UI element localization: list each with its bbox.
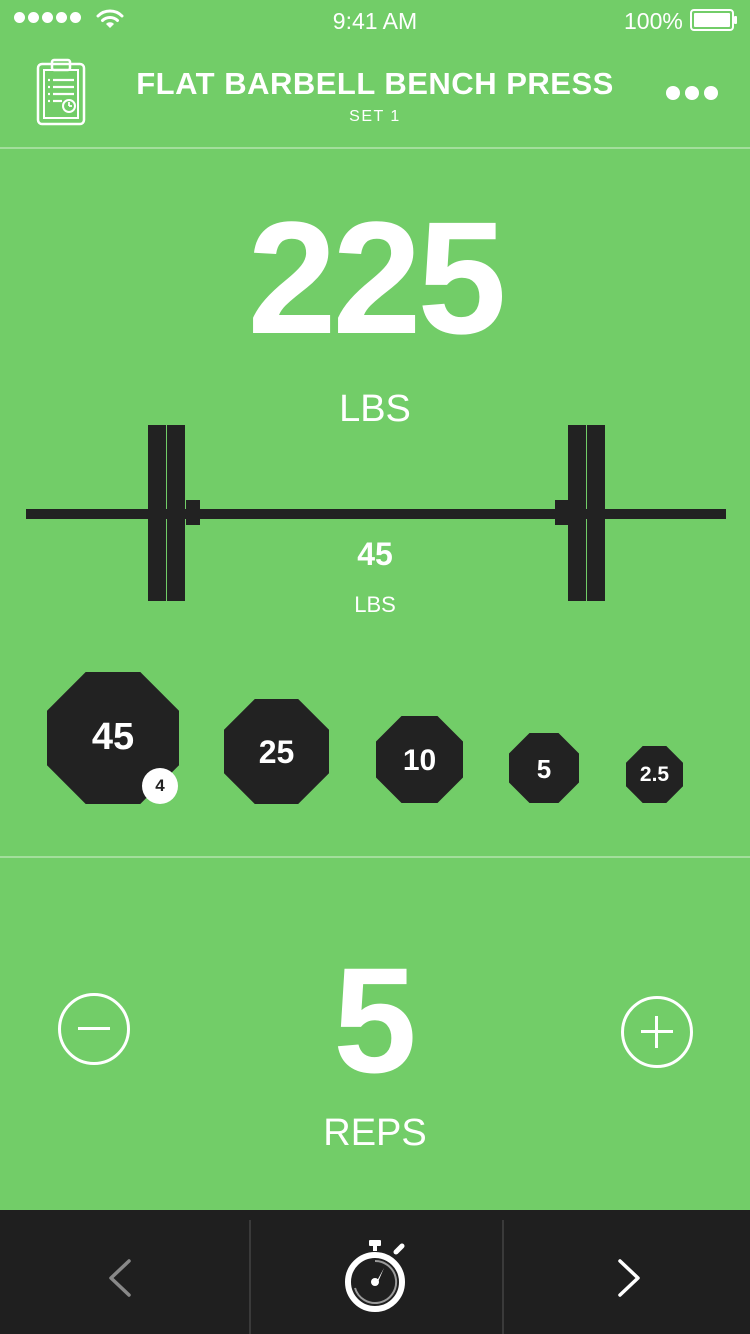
plate-count-badge: 4: [142, 768, 178, 804]
plate-label: 45: [91, 716, 135, 758]
battery-percent: 100%: [624, 8, 683, 34]
chevron-right-icon: [618, 1259, 640, 1297]
battery-icon: [690, 9, 737, 31]
header-divider: [0, 147, 750, 149]
plate-25-button[interactable]: 25: [224, 699, 329, 804]
reps-unit: REPS: [323, 1112, 427, 1154]
plate-5-button[interactable]: 5: [509, 733, 579, 803]
bar-weight: 45: [357, 536, 393, 572]
increase-reps-button[interactable]: [621, 996, 693, 1068]
bar-weight-unit: LBS: [354, 592, 396, 617]
section-divider: [0, 856, 750, 858]
plate-label: 10: [402, 744, 437, 777]
barbell-graphic: [26, 425, 726, 601]
more-icon[interactable]: [664, 84, 720, 102]
status-bar: 9:41 AM 100%: [0, 0, 750, 40]
plate-label: 2.5: [639, 763, 670, 786]
plate-2-5-button[interactable]: 2.5: [626, 746, 683, 803]
next-button[interactable]: [504, 1210, 750, 1334]
exercise-title: FLAT BARBELL BENCH PRESS: [136, 66, 614, 101]
stopwatch-icon: [345, 1240, 405, 1312]
plate-10-button[interactable]: 10: [376, 716, 463, 803]
previous-button[interactable]: [0, 1210, 249, 1334]
chevron-left-icon: [109, 1259, 131, 1297]
rest-timer-button[interactable]: [251, 1210, 502, 1334]
plate-label: 5: [536, 754, 552, 784]
set-label: SET 1: [349, 108, 401, 125]
total-weight[interactable]: 225: [0, 198, 750, 358]
plate-label: 25: [258, 734, 295, 770]
bottom-toolbar: [0, 1210, 750, 1334]
